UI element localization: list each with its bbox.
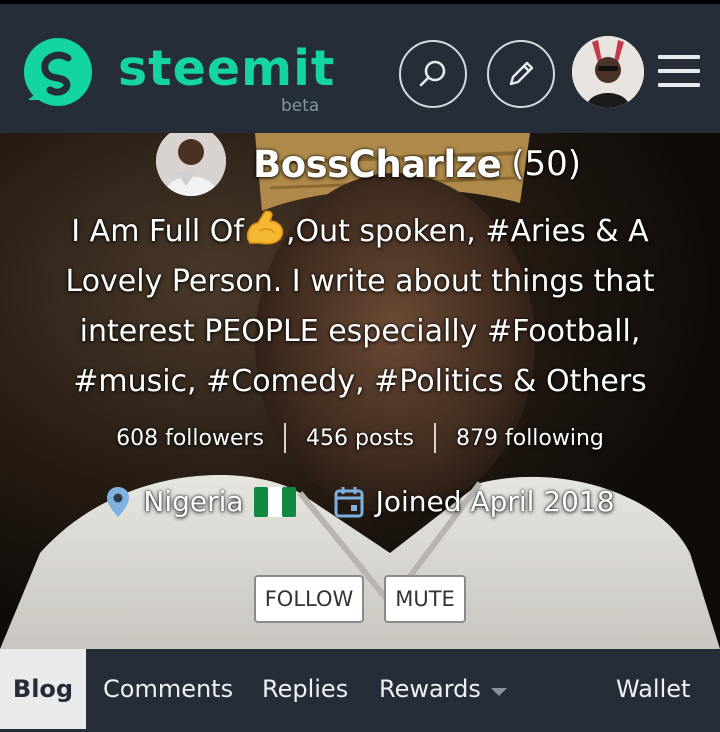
tab-replies[interactable]: Replies — [262, 649, 348, 729]
profile-actions: FOLLOW MUTE — [0, 575, 720, 623]
chevron-down-icon — [490, 688, 507, 696]
followers-count[interactable]: 608 followers — [116, 426, 264, 451]
pencil-icon — [509, 61, 534, 86]
username: BossCharlze — [253, 142, 502, 186]
tab-comments[interactable]: Comments — [103, 649, 233, 729]
divider — [284, 423, 287, 453]
profile-meta: Nigeria Joined April 2018 — [0, 485, 720, 518]
location: Nigeria — [143, 485, 244, 518]
profile-avatar[interactable] — [156, 133, 226, 196]
tab-blog[interactable]: Blog — [0, 649, 86, 729]
calendar-icon — [334, 486, 364, 517]
avatar — [572, 36, 644, 108]
about-text-start: I Am Full Of — [71, 214, 244, 249]
top-navigation-bar: steemit beta — [0, 0, 720, 133]
hamburger-icon[interactable] — [658, 53, 700, 91]
profile-about: I Am Full Of ,Out spoken, #Aries & A Lov… — [20, 207, 700, 407]
search-button[interactable] — [399, 40, 467, 108]
profile-stats: 608 followers 456 posts 879 following — [0, 423, 720, 453]
profile-cover: BossCharlze (50) I Am Full Of ,Out spoke… — [0, 133, 720, 649]
brand-name[interactable]: steemit — [118, 44, 335, 93]
mute-button[interactable]: MUTE — [384, 575, 466, 623]
user-avatar-button[interactable] — [572, 36, 644, 108]
steemit-logo-icon[interactable] — [20, 34, 96, 110]
search-icon — [419, 60, 446, 87]
divider — [434, 423, 436, 453]
write-post-button[interactable] — [487, 40, 555, 108]
nigeria-flag-icon — [253, 486, 296, 517]
location-pin-icon — [107, 486, 130, 517]
reputation-score: (50) — [511, 144, 581, 184]
flexed-biceps-icon — [246, 210, 284, 245]
profile-tabs: Blog Comments Replies Rewards Wallet — [0, 649, 720, 732]
following-count[interactable]: 879 following — [456, 426, 604, 451]
tab-rewards[interactable]: Rewards — [379, 649, 507, 729]
posts-count: 456 posts — [306, 425, 414, 451]
tab-rewards-label: Rewards — [379, 675, 481, 703]
follow-button[interactable]: FOLLOW — [254, 575, 364, 623]
tab-wallet[interactable]: Wallet — [616, 649, 690, 729]
beta-label: beta — [281, 96, 320, 116]
avatar — [156, 133, 226, 196]
joined-date: Joined April 2018 — [375, 485, 615, 518]
